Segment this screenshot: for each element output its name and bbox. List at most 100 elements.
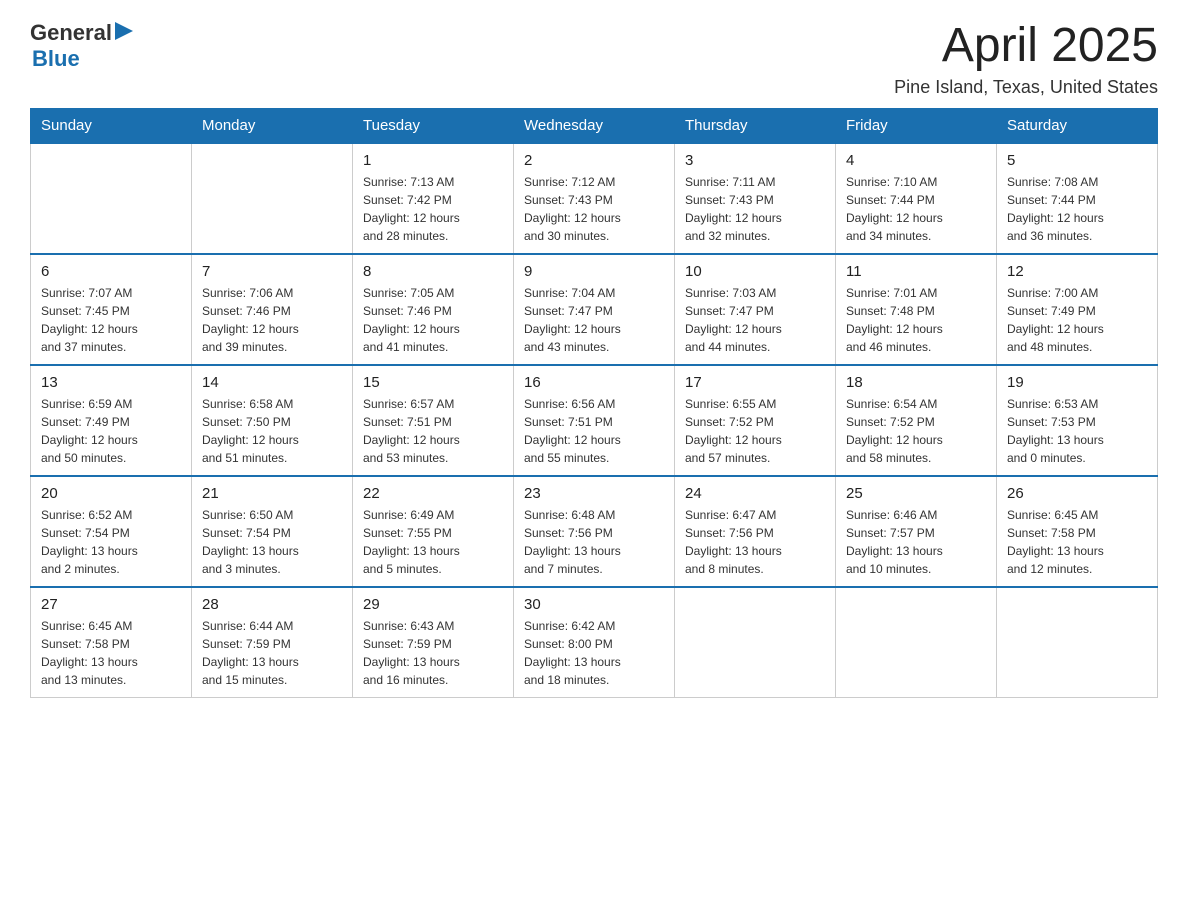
calendar-cell: 16 Sunrise: 6:56 AMSunset: 7:51 PMDayligh…: [514, 365, 675, 476]
calendar-week-row: 6Sunrise: 7:07 AMSunset: 7:45 PMDaylight…: [31, 254, 1158, 365]
calendar-cell: 28 Sunrise: 6:44 AMSunset: 7:59 PMDayligh…: [192, 587, 353, 698]
logo-blue: Blue: [32, 46, 133, 72]
day-number: 15: [363, 374, 503, 391]
calendar-cell: 24 Sunrise: 6:47 AMSunset: 7:56 PMDayligh…: [675, 476, 836, 587]
calendar-week-row: 1 Sunrise: 7:13 AMSunset: 7:42 PMDaylight…: [31, 143, 1158, 254]
calendar-cell: [675, 587, 836, 698]
day-info: Sunrise: 6:57 AMSunset: 7:51 PMDaylight:…: [363, 395, 503, 467]
day-info: Sunrise: 7:11 AMSunset: 7:43 PMDaylight:…: [685, 173, 825, 245]
day-info: Sunrise: 7:08 AMSunset: 7:44 PMDaylight:…: [1007, 173, 1147, 245]
logo-arrow-icon: [115, 22, 133, 40]
day-info: Sunrise: 6:53 AMSunset: 7:53 PMDaylight:…: [1007, 395, 1147, 467]
calendar-cell: 6Sunrise: 7:07 AMSunset: 7:45 PMDaylight…: [31, 254, 192, 365]
day-info: Sunrise: 6:44 AMSunset: 7:59 PMDaylight:…: [202, 617, 342, 689]
day-number: 18: [846, 374, 986, 391]
day-number: 22: [363, 485, 503, 502]
col-wednesday: Wednesday: [514, 108, 675, 143]
calendar-cell: 13Sunrise: 6:59 AMSunset: 7:49 PMDayligh…: [31, 365, 192, 476]
day-info: Sunrise: 6:47 AMSunset: 7:56 PMDaylight:…: [685, 506, 825, 578]
day-number: 26: [1007, 485, 1147, 502]
calendar-cell: 15 Sunrise: 6:57 AMSunset: 7:51 PMDayligh…: [353, 365, 514, 476]
calendar-cell: 10 Sunrise: 7:03 AMSunset: 7:47 PMDayligh…: [675, 254, 836, 365]
day-info: Sunrise: 7:10 AMSunset: 7:44 PMDaylight:…: [846, 173, 986, 245]
day-number: 2: [524, 152, 664, 169]
calendar-week-row: 13Sunrise: 6:59 AMSunset: 7:49 PMDayligh…: [31, 365, 1158, 476]
day-number: 24: [685, 485, 825, 502]
col-monday: Monday: [192, 108, 353, 143]
day-info: Sunrise: 6:55 AMSunset: 7:52 PMDaylight:…: [685, 395, 825, 467]
calendar-cell: 5 Sunrise: 7:08 AMSunset: 7:44 PMDaylight…: [997, 143, 1158, 254]
calendar-cell: 7Sunrise: 7:06 AMSunset: 7:46 PMDaylight…: [192, 254, 353, 365]
day-info: Sunrise: 6:45 AMSunset: 7:58 PMDaylight:…: [41, 617, 181, 689]
day-info: Sunrise: 6:42 AMSunset: 8:00 PMDaylight:…: [524, 617, 664, 689]
day-number: 17: [685, 374, 825, 391]
calendar-cell: 27 Sunrise: 6:45 AMSunset: 7:58 PMDayligh…: [31, 587, 192, 698]
calendar-cell: 3 Sunrise: 7:11 AMSunset: 7:43 PMDaylight…: [675, 143, 836, 254]
day-number: 11: [846, 263, 986, 280]
calendar-cell: 29Sunrise: 6:43 AMSunset: 7:59 PMDayligh…: [353, 587, 514, 698]
col-thursday: Thursday: [675, 108, 836, 143]
day-number: 5: [1007, 152, 1147, 169]
day-info: Sunrise: 6:48 AMSunset: 7:56 PMDaylight:…: [524, 506, 664, 578]
calendar-cell: 11Sunrise: 7:01 AMSunset: 7:48 PMDayligh…: [836, 254, 997, 365]
day-number: 23: [524, 485, 664, 502]
calendar-cell: [192, 143, 353, 254]
day-info: Sunrise: 7:06 AMSunset: 7:46 PMDaylight:…: [202, 284, 342, 356]
calendar-cell: 20 Sunrise: 6:52 AMSunset: 7:54 PMDayligh…: [31, 476, 192, 587]
calendar-cell: 19 Sunrise: 6:53 AMSunset: 7:53 PMDayligh…: [997, 365, 1158, 476]
calendar-cell: 22 Sunrise: 6:49 AMSunset: 7:55 PMDayligh…: [353, 476, 514, 587]
calendar-cell: 17 Sunrise: 6:55 AMSunset: 7:52 PMDayligh…: [675, 365, 836, 476]
calendar-cell: 2 Sunrise: 7:12 AMSunset: 7:43 PMDaylight…: [514, 143, 675, 254]
calendar-cell: 26Sunrise: 6:45 AMSunset: 7:58 PMDayligh…: [997, 476, 1158, 587]
day-number: 12: [1007, 263, 1147, 280]
calendar-cell: [836, 587, 997, 698]
day-number: 21: [202, 485, 342, 502]
day-number: 27: [41, 596, 181, 613]
calendar-cell: [31, 143, 192, 254]
calendar-cell: 9Sunrise: 7:04 AMSunset: 7:47 PMDaylight…: [514, 254, 675, 365]
logo: General Blue: [30, 20, 133, 72]
day-info: Sunrise: 7:03 AMSunset: 7:47 PMDaylight:…: [685, 284, 825, 356]
day-number: 4: [846, 152, 986, 169]
calendar-cell: 1 Sunrise: 7:13 AMSunset: 7:42 PMDaylight…: [353, 143, 514, 254]
day-number: 19: [1007, 374, 1147, 391]
title-section: April 2025 Pine Island, Texas, United St…: [894, 20, 1158, 98]
col-saturday: Saturday: [997, 108, 1158, 143]
day-info: Sunrise: 6:54 AMSunset: 7:52 PMDaylight:…: [846, 395, 986, 467]
calendar-cell: 25Sunrise: 6:46 AMSunset: 7:57 PMDayligh…: [836, 476, 997, 587]
col-sunday: Sunday: [31, 108, 192, 143]
col-tuesday: Tuesday: [353, 108, 514, 143]
day-info: Sunrise: 6:58 AMSunset: 7:50 PMDaylight:…: [202, 395, 342, 467]
day-number: 20: [41, 485, 181, 502]
day-info: Sunrise: 6:56 AMSunset: 7:51 PMDaylight:…: [524, 395, 664, 467]
day-info: Sunrise: 7:04 AMSunset: 7:47 PMDaylight:…: [524, 284, 664, 356]
calendar-week-row: 27 Sunrise: 6:45 AMSunset: 7:58 PMDayligh…: [31, 587, 1158, 698]
col-friday: Friday: [836, 108, 997, 143]
calendar-cell: 18 Sunrise: 6:54 AMSunset: 7:52 PMDayligh…: [836, 365, 997, 476]
day-number: 10: [685, 263, 825, 280]
calendar-header-row: Sunday Monday Tuesday Wednesday Thursday…: [31, 108, 1158, 143]
calendar-cell: 12Sunrise: 7:00 AMSunset: 7:49 PMDayligh…: [997, 254, 1158, 365]
calendar-cell: 14Sunrise: 6:58 AMSunset: 7:50 PMDayligh…: [192, 365, 353, 476]
day-info: Sunrise: 6:50 AMSunset: 7:54 PMDaylight:…: [202, 506, 342, 578]
calendar-cell: 4 Sunrise: 7:10 AMSunset: 7:44 PMDaylight…: [836, 143, 997, 254]
day-info: Sunrise: 7:13 AMSunset: 7:42 PMDaylight:…: [363, 173, 503, 245]
calendar-cell: 23 Sunrise: 6:48 AMSunset: 7:56 PMDayligh…: [514, 476, 675, 587]
month-title: April 2025: [894, 20, 1158, 73]
calendar-cell: 30Sunrise: 6:42 AMSunset: 8:00 PMDayligh…: [514, 587, 675, 698]
location-subtitle: Pine Island, Texas, United States: [894, 77, 1158, 98]
day-number: 1: [363, 152, 503, 169]
day-number: 28: [202, 596, 342, 613]
calendar-cell: 21 Sunrise: 6:50 AMSunset: 7:54 PMDayligh…: [192, 476, 353, 587]
calendar-table: Sunday Monday Tuesday Wednesday Thursday…: [30, 108, 1158, 698]
day-info: Sunrise: 7:07 AMSunset: 7:45 PMDaylight:…: [41, 284, 181, 356]
day-number: 25: [846, 485, 986, 502]
calendar-cell: [997, 587, 1158, 698]
day-info: Sunrise: 6:49 AMSunset: 7:55 PMDaylight:…: [363, 506, 503, 578]
day-number: 16: [524, 374, 664, 391]
day-info: Sunrise: 7:12 AMSunset: 7:43 PMDaylight:…: [524, 173, 664, 245]
day-number: 3: [685, 152, 825, 169]
day-info: Sunrise: 6:52 AMSunset: 7:54 PMDaylight:…: [41, 506, 181, 578]
calendar-cell: 8Sunrise: 7:05 AMSunset: 7:46 PMDaylight…: [353, 254, 514, 365]
day-number: 29: [363, 596, 503, 613]
